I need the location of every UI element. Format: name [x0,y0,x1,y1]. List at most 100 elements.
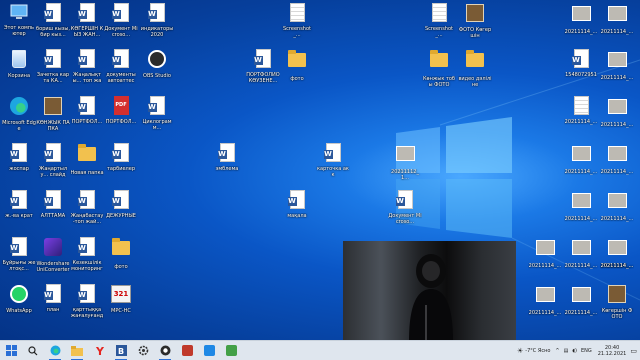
video-preview-window[interactable] [343,241,516,340]
desktop-icon-r-1[interactable]: 20211114_... [564,2,598,35]
desktop-icon-glyph [571,6,591,28]
desktop-icon-doc-13[interactable]: ж.-ва крат [2,189,36,219]
desktop-icon-folder-5[interactable]: Көнжык тобы ФОТО [422,48,456,88]
desktop-icon-doc-15[interactable]: Жаңабастау-топ жай... [70,189,104,225]
desktop-icon-label: Этот компьютер [3,25,35,37]
desktop-icon-folder-1[interactable]: КӨНЖЫК ПАПКА [36,95,70,132]
desktop-icon-folder-6[interactable]: видео дәліліне [458,48,492,88]
word-document-icon [77,237,95,256]
gear-icon [138,345,148,356]
desktop-icon-folder-2[interactable]: Новая папка [70,142,104,176]
desktop-icon-doc-6[interactable]: Жаңалықты... топ жай... [70,48,104,84]
desktop-icon-doc-1[interactable]: бориш кызы, бир кыз... [36,2,70,38]
desktop-icon-pdf-1[interactable]: PDF ПОРТФОЛ... [104,95,138,125]
desktop-icon-doc-4[interactable]: индикаторы 2020 [140,2,174,38]
desktop-icon-label: тарбиелер [106,166,135,172]
desktop-icon-r-9[interactable]: 20211114_... [564,189,598,222]
desktop-icon-doc-23[interactable]: карточка акк [316,142,350,178]
desktop-icon-doc-8[interactable]: ПОРТФОЛ... [70,95,104,125]
taskbar-explorer[interactable] [66,341,88,360]
desktop-icon-doc-7[interactable]: документы автоаттест... [104,48,138,84]
desktop-icon-doc-19[interactable]: план [36,283,70,313]
desktop-icon-thumb-1[interactable]: 20211112_1... [388,142,422,181]
desktop-icon-doc-24[interactable]: мақала [280,189,314,219]
volume-icon[interactable]: ◖) [572,348,577,354]
desktop-icon-r-7[interactable]: 20211114_... [564,142,598,175]
desktop-icon-glyph [253,49,273,71]
desktop-icon-doc-10[interactable]: жоспар [2,142,36,172]
tray-chevron-icon[interactable]: ^ [555,348,559,354]
weather-text[interactable]: -7°C Ясно [525,348,550,354]
desktop-icon-r-15[interactable]: 20211114_... [564,283,598,316]
desktop-icon-glyph [43,143,63,165]
desktop-icon-r-4[interactable]: 20211114_... [600,48,634,81]
desktop-icon-doc-21[interactable]: ПОРТФОЛИО КӨУЗЕНЕ... [246,48,280,84]
clock[interactable]: 20:40 21.12.2021 [598,345,627,357]
desktop-icon-obs[interactable]: OBS Studio [140,48,174,79]
desktop-icon-r-10[interactable]: 20211114_... [600,189,634,222]
desktop-icon-doc-5[interactable]: Зачетка карта КА... [36,48,70,84]
desktop-icon-photo-1[interactable]: ФОТО Көгершін [458,2,492,39]
desktop-icon-r-13[interactable]: 20211114_... [600,236,634,269]
network-icon[interactable]: ▤ [564,348,569,354]
desktop-icon-doc-17[interactable]: Бұйрығы желтоқс... [2,236,36,272]
desktop-icon-screenshot-2[interactable]: Screenshot_... [422,2,456,38]
desktop-icon-glyph [9,143,29,165]
taskbar-obs[interactable] [154,341,176,360]
desktop-icon-recycle-bin[interactable]: Корзина [2,48,36,79]
file-icon [431,3,447,22]
desktop-icon-r-8[interactable]: 20211114_... [600,142,634,175]
desktop-icon-glyph [147,96,167,118]
mpc-hc-icon: 321 [111,285,131,303]
desktop-icon-r-16[interactable]: 20211114_... [528,236,562,269]
taskbar-app-10[interactable] [198,341,220,360]
search-button[interactable] [22,341,44,360]
desktop-icon-glyph [571,240,591,262]
desktop-icon-doc-22[interactable]: эмблема [210,142,244,172]
language-indicator[interactable]: ENG [581,348,592,354]
taskbar-word[interactable]: B [110,341,132,360]
desktop-icon-screenshot-1[interactable]: Screenshot_... [280,2,314,38]
desktop-icon-doc-9[interactable]: Циклограмм... [140,95,174,131]
desktop-icon-label: ПОРТФОЛ... [105,119,137,125]
desktop-icon-doc-18[interactable]: Кезекшілік мониторинг [70,236,104,272]
desktop-icon-wondershare[interactable]: Wondershare UniConverter [36,236,70,273]
desktop-icon-r-6[interactable]: 20211114_... [600,95,634,128]
desktop-icon-r-5[interactable]: 20211114_... [564,95,598,125]
desktop-icon-doc-16[interactable]: ДЕЖУРНЫЕ [104,189,138,219]
desktop-icon-doc-3[interactable]: Документ Microso... [104,2,138,38]
taskbar-app-11[interactable] [220,341,242,360]
desktop-icon-glyph [607,193,627,215]
desktop-icon-folder-4[interactable]: фото [280,48,314,82]
app-icon [181,345,193,356]
desktop-icon-glyph [607,6,627,28]
desktop-icon-this-pc[interactable]: Этот компьютер [2,2,36,37]
desktop-icon-whatsapp[interactable]: WhatsApp [2,283,36,314]
word-document-icon [111,49,129,68]
desktop-icon-glyph [77,284,97,306]
desktop-icon-mpc[interactable]: 321 MPC-HC [104,283,138,314]
desktop-icon-doc-2[interactable]: КӨГЕРШІН КЫЗ ЖАН... [70,2,104,38]
taskbar-settings[interactable] [132,341,154,360]
taskbar-app-9[interactable] [176,341,198,360]
desktop-icon-edge[interactable]: Microsoft Edge [2,95,36,132]
svg-text:Y: Y [95,345,104,356]
desktop-icon-doc-20[interactable]: қарттыққа жағалуғандар [70,283,104,319]
desktop-icon-r-17[interactable]: Көгершін ФОТО [600,283,634,320]
desktop-icon-r-14[interactable]: 20211114_... [528,283,562,316]
desktop-icon-folder-3[interactable]: фото [104,236,138,270]
desktop-icon-doc-12[interactable]: тарбиелер [104,142,138,172]
word-document-icon [253,49,271,68]
desktop-icon-r-2[interactable]: 20211114_... [600,2,634,35]
taskbar-yandex[interactable]: Y [88,341,110,360]
start-button[interactable] [0,341,22,360]
desktop-icon-doc-25[interactable]: Документ Microso... [388,189,422,225]
notifications-icon[interactable]: ▭ [630,347,637,355]
desktop-icon-r-3[interactable]: 1548072951 [564,48,598,78]
desktop-icon-r-11[interactable]: 20211114_... [564,236,598,269]
desktop-icon-doc-11[interactable]: Жаңартылу... слайд [36,142,70,178]
word-document-icon [9,143,27,162]
taskbar-edge[interactable] [44,341,66,360]
desktop-icon-doc-14[interactable]: АЛТТАМА [36,189,70,219]
search-icon [28,345,38,355]
